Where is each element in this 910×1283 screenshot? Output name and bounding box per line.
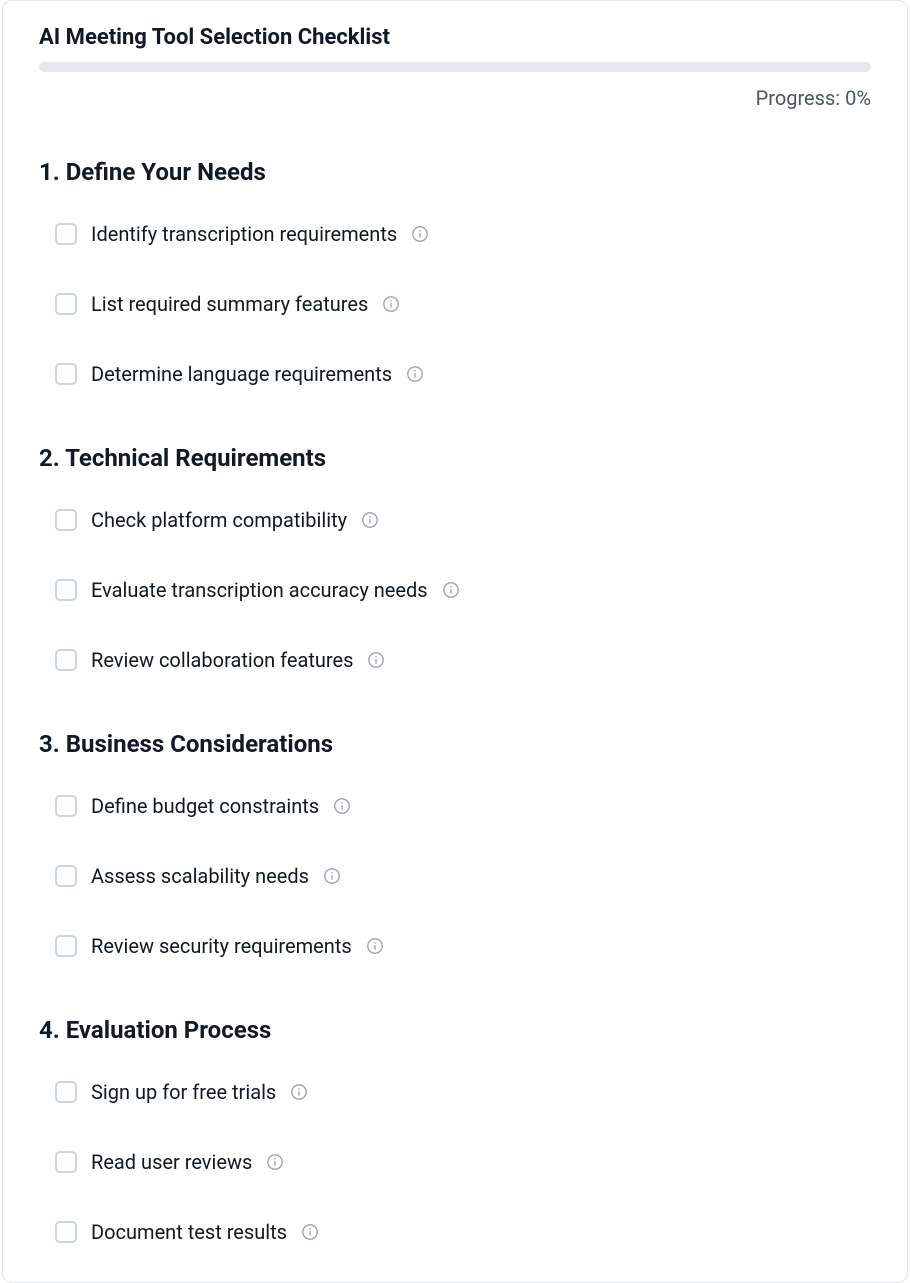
checklist-item: Evaluate transcription accuracy needs	[55, 568, 871, 612]
checkbox[interactable]	[55, 649, 77, 671]
progress-row: Progress: 0%	[39, 86, 871, 110]
checklist-title: AI Meeting Tool Selection Checklist	[39, 25, 871, 50]
progress-label: Progress: 0%	[756, 86, 871, 110]
checklist-card: AI Meeting Tool Selection Checklist Prog…	[2, 0, 908, 1283]
checkbox[interactable]	[55, 1221, 77, 1243]
checklist-item: Determine language requirements	[55, 352, 871, 396]
checklist-item: Check platform compatibility	[55, 498, 871, 542]
info-icon[interactable]	[323, 867, 341, 885]
section-technical: 2. Technical Requirements Check platform…	[39, 444, 871, 682]
section-business: 3. Business Considerations Define budget…	[39, 730, 871, 968]
item-label: Review collaboration features	[91, 648, 353, 672]
info-icon[interactable]	[406, 365, 424, 383]
checklist-item: Identify transcription requirements	[55, 212, 871, 256]
checklist-item: Assess scalability needs	[55, 854, 871, 898]
checkbox[interactable]	[55, 1081, 77, 1103]
item-label: List required summary features	[91, 292, 368, 316]
checkbox[interactable]	[55, 579, 77, 601]
checklist-item: Document test results	[55, 1210, 871, 1254]
item-label: Determine language requirements	[91, 362, 392, 386]
info-icon[interactable]	[301, 1223, 319, 1241]
info-icon[interactable]	[266, 1153, 284, 1171]
info-icon[interactable]	[442, 581, 460, 599]
section-define-needs: 1. Define Your Needs Identify transcript…	[39, 158, 871, 396]
checkbox[interactable]	[55, 795, 77, 817]
item-label: Check platform compatibility	[91, 508, 347, 532]
item-label: Define budget constraints	[91, 794, 319, 818]
section-title: 4. Evaluation Process	[39, 1016, 871, 1044]
item-label: Assess scalability needs	[91, 864, 309, 888]
checkbox[interactable]	[55, 363, 77, 385]
item-label: Review security requirements	[91, 934, 352, 958]
checkbox[interactable]	[55, 509, 77, 531]
checkbox[interactable]	[55, 865, 77, 887]
info-icon[interactable]	[382, 295, 400, 313]
item-label: Identify transcription requirements	[91, 222, 397, 246]
section-items: Identify transcription requirements List…	[39, 212, 871, 396]
item-label: Document test results	[91, 1220, 287, 1244]
checklist-item: Sign up for free trials	[55, 1070, 871, 1114]
section-items: Define budget constraints Assess scalabi…	[39, 784, 871, 968]
checklist-item: Review security requirements	[55, 924, 871, 968]
info-icon[interactable]	[366, 937, 384, 955]
section-evaluation: 4. Evaluation Process Sign up for free t…	[39, 1016, 871, 1254]
section-items: Sign up for free trials Read user review…	[39, 1070, 871, 1254]
checkbox[interactable]	[55, 223, 77, 245]
info-icon[interactable]	[411, 225, 429, 243]
checkbox[interactable]	[55, 1151, 77, 1173]
checklist-item: List required summary features	[55, 282, 871, 326]
section-items: Check platform compatibility Evaluate tr…	[39, 498, 871, 682]
section-title: 2. Technical Requirements	[39, 444, 871, 472]
checklist-item: Read user reviews	[55, 1140, 871, 1184]
item-label: Sign up for free trials	[91, 1080, 276, 1104]
section-title: 1. Define Your Needs	[39, 158, 871, 186]
progress-bar	[39, 62, 871, 72]
checkbox[interactable]	[55, 935, 77, 957]
item-label: Read user reviews	[91, 1150, 252, 1174]
info-icon[interactable]	[361, 511, 379, 529]
info-icon[interactable]	[333, 797, 351, 815]
checklist-item: Define budget constraints	[55, 784, 871, 828]
section-title: 3. Business Considerations	[39, 730, 871, 758]
checklist-item: Review collaboration features	[55, 638, 871, 682]
checkbox[interactable]	[55, 293, 77, 315]
info-icon[interactable]	[290, 1083, 308, 1101]
item-label: Evaluate transcription accuracy needs	[91, 578, 428, 602]
info-icon[interactable]	[367, 651, 385, 669]
